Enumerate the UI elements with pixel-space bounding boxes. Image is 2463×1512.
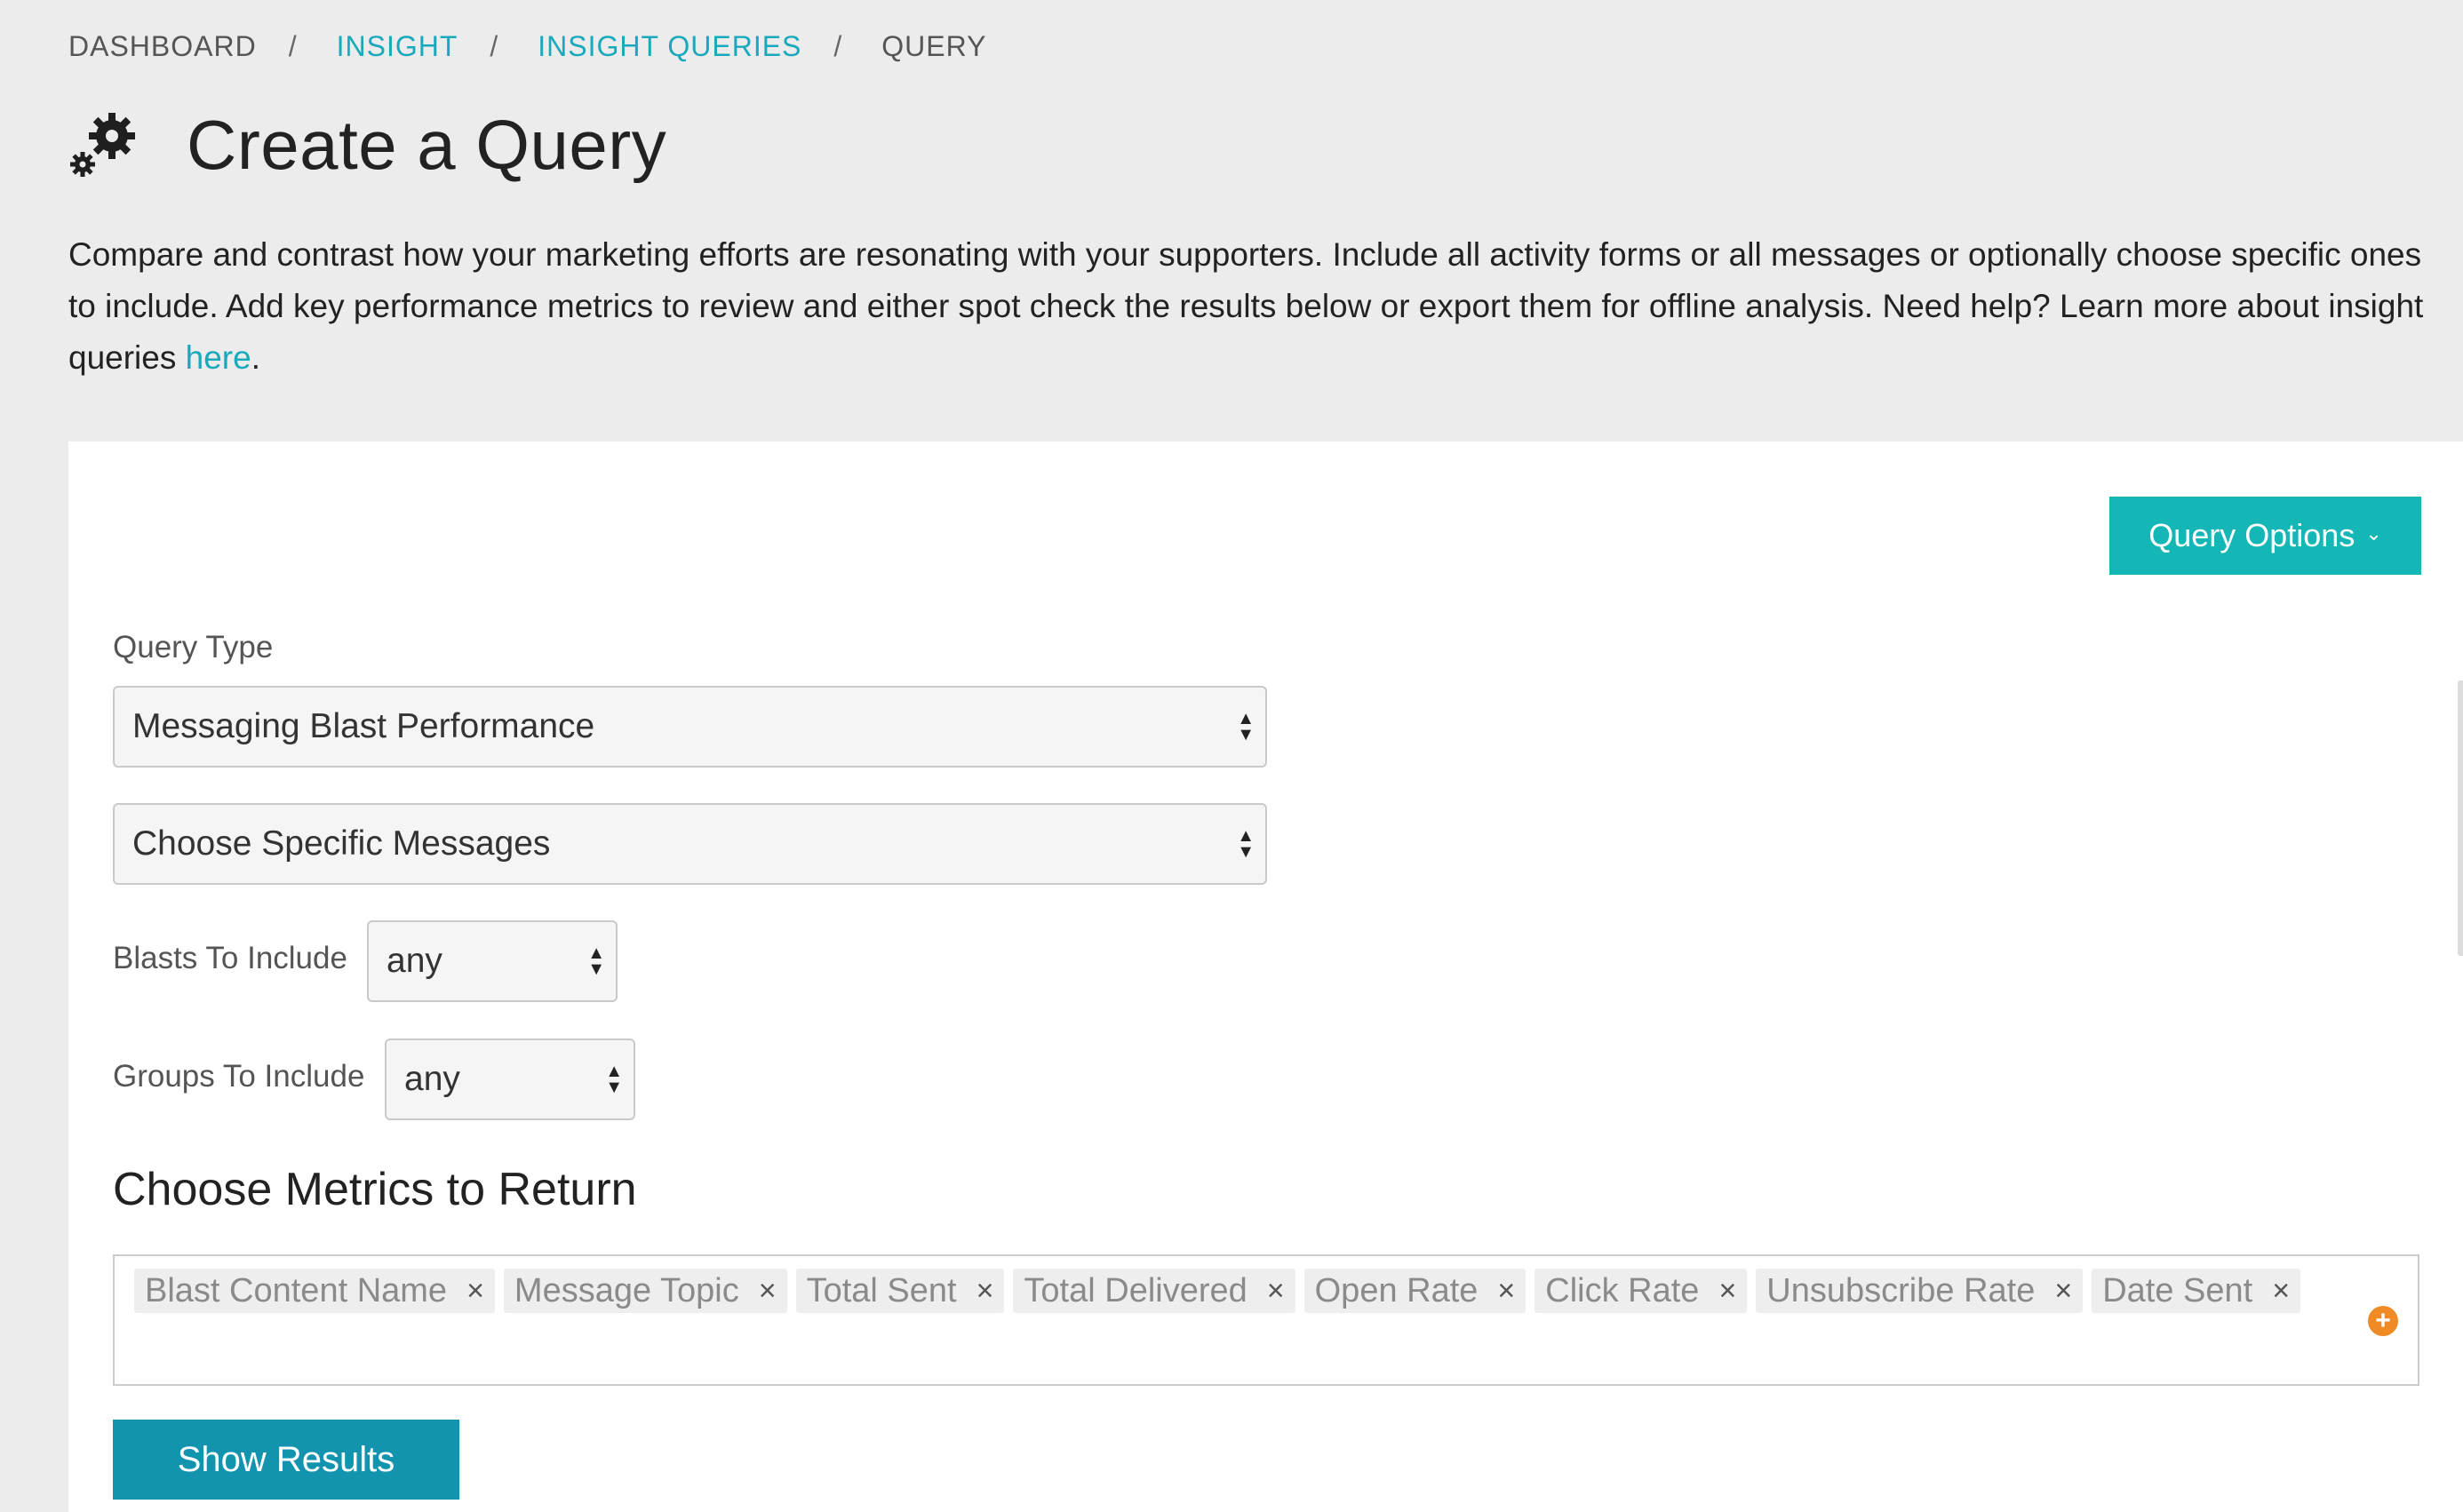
message-scope-select[interactable]: Choose Specific Messages ▲ ▼	[113, 803, 1267, 885]
query-options-label: Query Options	[2148, 517, 2355, 553]
message-scope-value: Choose Specific Messages	[132, 824, 551, 863]
remove-tag-icon[interactable]: ×	[466, 1274, 484, 1309]
metric-tag-label: Blast Content Name	[145, 1271, 448, 1309]
groups-select[interactable]: any ▲ ▼	[385, 1039, 635, 1120]
intro-trailing: .	[251, 339, 260, 376]
metric-tag-label: Click Rate	[1545, 1271, 1700, 1309]
query-options-button[interactable]: Query Options ⌄	[2109, 497, 2421, 575]
breadcrumb-insight[interactable]: INSIGHT	[337, 30, 458, 63]
metrics-section-title: Choose Metrics to Return	[113, 1164, 637, 1215]
metric-tag: Blast Content Name ×	[134, 1269, 495, 1313]
scrollbar[interactable]	[2458, 680, 2463, 956]
query-panel: Query Options ⌄ Query Type Messaging Bla…	[68, 442, 2463, 1512]
show-results-button[interactable]: Show Results	[113, 1420, 459, 1500]
metric-tag-label: Unsubscribe Rate	[1766, 1271, 2036, 1309]
page-header: Create a Query	[68, 105, 666, 186]
groups-label: Groups To Include	[113, 1059, 365, 1094]
select-arrows-icon: ▲ ▼	[1237, 826, 1255, 862]
intro-text: Compare and contrast how your marketing …	[68, 229, 2450, 384]
query-type-label: Query Type	[113, 630, 274, 664]
metric-tag: Total Delivered ×	[1013, 1269, 1295, 1313]
metric-tag: Date Sent ×	[2092, 1269, 2301, 1313]
metrics-tag-list: Blast Content Name × Message Topic × Total…	[134, 1269, 2347, 1313]
remove-tag-icon[interactable]: ×	[2272, 1274, 2290, 1309]
metric-tag: Unsubscribe Rate ×	[1756, 1269, 2084, 1313]
select-arrows-icon: ▲ ▼	[587, 943, 605, 979]
breadcrumb-separator: /	[288, 30, 298, 62]
blasts-label: Blasts To Include	[113, 941, 347, 975]
breadcrumb-separator: /	[833, 30, 843, 62]
add-metric-icon[interactable]: +	[2368, 1306, 2398, 1336]
help-link[interactable]: here	[186, 339, 251, 376]
page-title: Create a Query	[187, 106, 667, 184]
metric-tag-label: Total Delivered	[1024, 1271, 1247, 1309]
metric-tag-label: Date Sent	[2102, 1271, 2253, 1309]
gears-icon	[70, 112, 135, 177]
breadcrumb-query: QUERY	[881, 30, 987, 62]
query-type-select[interactable]: Messaging Blast Performance ▲ ▼	[113, 686, 1267, 768]
remove-tag-icon[interactable]: ×	[1267, 1274, 1285, 1309]
select-arrows-icon: ▲ ▼	[605, 1062, 623, 1097]
metric-tag: Open Rate ×	[1303, 1269, 1526, 1313]
breadcrumb: DASHBOARD / INSIGHT / INSIGHT QUERIES / …	[68, 30, 987, 63]
metric-tag: Click Rate ×	[1534, 1269, 1748, 1313]
metric-tag: Message Topic ×	[503, 1269, 787, 1313]
chevron-down-icon: ⌄	[2365, 522, 2382, 545]
query-type-value: Messaging Blast Performance	[132, 707, 595, 745]
blasts-value: any	[387, 942, 442, 980]
blasts-select[interactable]: any ▲ ▼	[367, 920, 618, 1002]
metric-tag-label: Total Sent	[806, 1271, 957, 1309]
remove-tag-icon[interactable]: ×	[976, 1274, 994, 1309]
metric-tag: Total Sent ×	[795, 1269, 1005, 1313]
breadcrumb-insight-queries[interactable]: INSIGHT QUERIES	[538, 30, 801, 63]
intro-body: Compare and contrast how your marketing …	[68, 236, 2424, 376]
breadcrumb-separator: /	[490, 30, 499, 62]
remove-tag-icon[interactable]: ×	[1497, 1274, 1515, 1309]
metric-tag-label: Message Topic	[514, 1271, 739, 1309]
select-arrows-icon: ▲ ▼	[1237, 709, 1255, 744]
breadcrumb-dashboard[interactable]: DASHBOARD	[68, 30, 257, 63]
metric-tag-label: Open Rate	[1314, 1271, 1479, 1309]
groups-value: any	[404, 1060, 460, 1098]
remove-tag-icon[interactable]: ×	[1718, 1274, 1736, 1309]
metrics-multiselect[interactable]: Blast Content Name × Message Topic × Total…	[113, 1254, 2419, 1386]
remove-tag-icon[interactable]: ×	[759, 1274, 777, 1309]
remove-tag-icon[interactable]: ×	[2054, 1274, 2072, 1309]
